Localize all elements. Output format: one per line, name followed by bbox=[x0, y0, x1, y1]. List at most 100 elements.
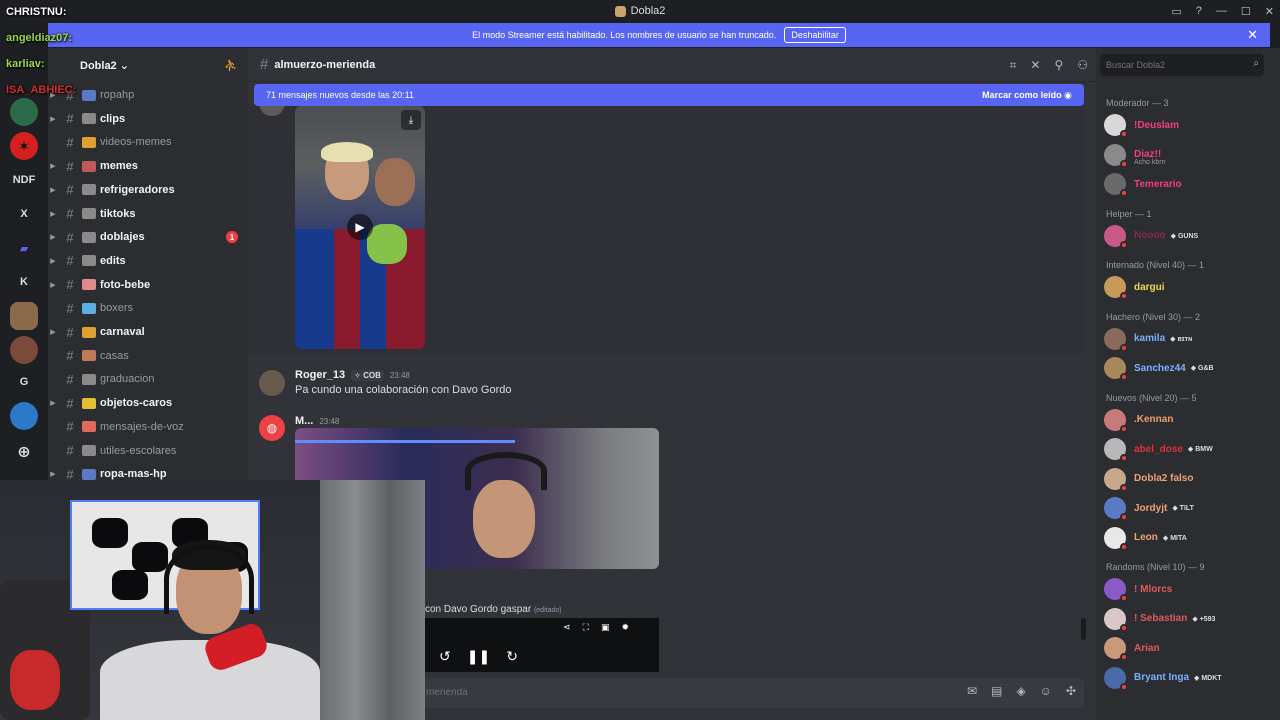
members-icon[interactable]: ⚇ bbox=[1077, 58, 1088, 72]
play-icon[interactable]: ▶ bbox=[347, 214, 373, 240]
settings-icon[interactable]: ✹ bbox=[621, 622, 629, 633]
member-item[interactable]: Dobla2 falso bbox=[1104, 466, 1270, 492]
message-author[interactable]: M... bbox=[295, 415, 313, 427]
message-author[interactable]: Roger_13 bbox=[295, 369, 345, 381]
channel-label: tiktoks bbox=[100, 207, 136, 220]
channel-emoji-icon bbox=[82, 184, 96, 196]
member-item[interactable]: ! Sebastian ◆ +593 bbox=[1104, 606, 1270, 632]
member-name: Dobla2 falso bbox=[1134, 473, 1194, 484]
video-player[interactable]: ⋖ ⛶ ▣ ✹ ↺ ❚❚ ↻ bbox=[425, 618, 659, 672]
avatar[interactable] bbox=[259, 370, 285, 396]
rewind-icon[interactable]: ↺ bbox=[439, 648, 451, 665]
channel-memes[interactable]: ▶ # memes bbox=[48, 155, 248, 177]
apps-icon[interactable]: ✣ bbox=[1066, 684, 1076, 698]
avatar bbox=[1104, 438, 1128, 462]
status-dnd-icon bbox=[1120, 623, 1128, 632]
add-server-icon[interactable]: ⊕ bbox=[10, 438, 38, 466]
new-messages-bar[interactable]: 71 mensajes nuevos desde las 20:11 Marca… bbox=[254, 84, 1084, 106]
server-icon-face[interactable] bbox=[10, 336, 38, 364]
download-icon[interactable]: ⤓ bbox=[401, 110, 421, 130]
status-dnd-icon bbox=[1120, 542, 1128, 551]
threads-icon[interactable]: ⌗ bbox=[1010, 58, 1017, 73]
chevron-right-icon: ▶ bbox=[50, 234, 56, 242]
pause-icon[interactable]: ❚❚ bbox=[467, 648, 490, 665]
maximize-icon[interactable]: ☐ bbox=[1241, 5, 1251, 18]
channel-label: memes bbox=[100, 160, 138, 173]
server-icon-blue[interactable] bbox=[10, 402, 38, 430]
channel-edits[interactable]: ▶ # edits bbox=[48, 250, 248, 272]
member-item[interactable]: Arian bbox=[1104, 635, 1270, 661]
channel-objetos-caros[interactable]: ▶ # objetos-caros bbox=[48, 392, 248, 414]
member-item[interactable]: Jordyjt ◆ TILT bbox=[1104, 495, 1270, 521]
disable-streamer-button[interactable]: Deshabilitar bbox=[784, 27, 846, 43]
server-ndf[interactable]: NDF bbox=[10, 166, 38, 194]
channel-label: ropa-mas-hp bbox=[100, 468, 167, 481]
member-item[interactable]: abel_dose ◆ BMW bbox=[1104, 436, 1270, 462]
chat-user: angeldiaz07: bbox=[6, 32, 73, 44]
channel-foto-bebe[interactable]: ▶ # foto-bebe bbox=[48, 274, 248, 296]
channel-doblajes[interactable]: ▶ # doblajes 1 bbox=[48, 226, 248, 248]
hash-icon: # bbox=[66, 253, 74, 269]
gif-icon[interactable]: ▤ bbox=[991, 684, 1002, 698]
member-item[interactable]: kamila ◆ ʙɪᴛɴ bbox=[1104, 326, 1270, 352]
status-dnd-icon bbox=[1120, 483, 1128, 492]
channel-videos-memes[interactable]: # videos-memes bbox=[48, 131, 248, 153]
inbox-icon[interactable]: ▭ bbox=[1171, 5, 1181, 18]
folder-icon[interactable]: ▰ bbox=[10, 234, 38, 262]
emoji-icon[interactable]: ☺ bbox=[1040, 684, 1052, 698]
channel-mensajes-de-voz[interactable]: # mensajes-de-voz bbox=[48, 416, 248, 438]
channel-emoji-icon bbox=[82, 255, 96, 267]
channel-utiles-escolares[interactable]: # utiles-escolares bbox=[48, 440, 248, 462]
close-window-icon[interactable]: ✕ bbox=[1265, 5, 1274, 18]
mute-bell-icon[interactable]: ✕ bbox=[1030, 58, 1040, 72]
avatar bbox=[1104, 224, 1128, 249]
video-attachment[interactable]: ▶ ⤓ bbox=[295, 106, 425, 349]
member-name: abel_dose bbox=[1134, 443, 1183, 455]
pin-icon[interactable]: ⚲ bbox=[1054, 58, 1063, 72]
channel-tiktoks[interactable]: ▶ # tiktoks bbox=[48, 203, 248, 225]
member-item[interactable]: !Deuslam bbox=[1104, 112, 1270, 138]
member-item[interactable]: Bryant Inga ◆ MDKT bbox=[1104, 665, 1270, 691]
member-item[interactable]: dargui bbox=[1104, 274, 1270, 300]
minimize-icon[interactable]: — bbox=[1216, 5, 1227, 17]
scrollbar[interactable] bbox=[1081, 618, 1086, 640]
discord-avatar-icon[interactable]: ◍ bbox=[259, 415, 285, 441]
member-item[interactable]: ! Mlorcs bbox=[1104, 576, 1270, 602]
sticker-icon[interactable]: ◈ bbox=[1016, 684, 1025, 698]
server-k[interactable]: K bbox=[10, 268, 38, 296]
fullscreen-icon[interactable]: ⛶ bbox=[583, 622, 589, 633]
member-item[interactable]: Temerario bbox=[1104, 171, 1270, 197]
chevron-right-icon: ▶ bbox=[50, 186, 56, 194]
member-item[interactable]: Leon ◆ MITA bbox=[1104, 525, 1270, 551]
member-item[interactable]: Diaz!! Acho kbrn bbox=[1104, 142, 1270, 168]
lock-icon[interactable]: ▣ bbox=[601, 622, 610, 633]
server-icon-photo[interactable] bbox=[10, 302, 38, 330]
member-item[interactable]: Sanchez44 ◆ G&B bbox=[1104, 355, 1270, 381]
close-icon[interactable]: ✕ bbox=[1247, 27, 1258, 43]
member-item[interactable]: Noooo ◆ GUNS bbox=[1104, 223, 1270, 249]
spiderman-server-icon[interactable]: ✶ bbox=[10, 132, 38, 160]
search-box[interactable]: ⌕ bbox=[1100, 54, 1264, 76]
hash-icon: # bbox=[66, 277, 74, 293]
hash-icon: # bbox=[66, 206, 74, 221]
app-logo-icon bbox=[614, 5, 626, 17]
search-icon: ⌕ bbox=[1253, 58, 1259, 69]
search-input[interactable] bbox=[1100, 54, 1240, 76]
webcam-overlay bbox=[0, 480, 425, 720]
forward-icon[interactable]: ↻ bbox=[506, 648, 518, 665]
channel-carnaval[interactable]: ▶ # carnaval bbox=[48, 321, 248, 343]
channel-boxers[interactable]: # boxers bbox=[48, 297, 248, 319]
gift-icon[interactable]: ✉ bbox=[967, 684, 977, 698]
channel-refrigeradores[interactable]: ▶ # refrigeradores bbox=[48, 179, 248, 201]
chat-header: # almuerzo-merienda ⌗ ✕ ⚲ ⚇ bbox=[248, 48, 1096, 82]
channel-casas[interactable]: # casas bbox=[48, 345, 248, 367]
guild-tag: TILT bbox=[1179, 505, 1194, 512]
channel-graduacion[interactable]: # graduacion bbox=[48, 368, 248, 390]
server-x[interactable]: X bbox=[10, 200, 38, 228]
share-icon[interactable]: ⋖ bbox=[563, 622, 571, 633]
status-dnd-icon bbox=[1120, 373, 1128, 381]
server-g[interactable]: G bbox=[10, 368, 38, 396]
member-name: Temerario bbox=[1134, 178, 1182, 190]
member-item[interactable]: .Kennan bbox=[1104, 407, 1270, 433]
help-icon[interactable]: ? bbox=[1196, 5, 1202, 17]
